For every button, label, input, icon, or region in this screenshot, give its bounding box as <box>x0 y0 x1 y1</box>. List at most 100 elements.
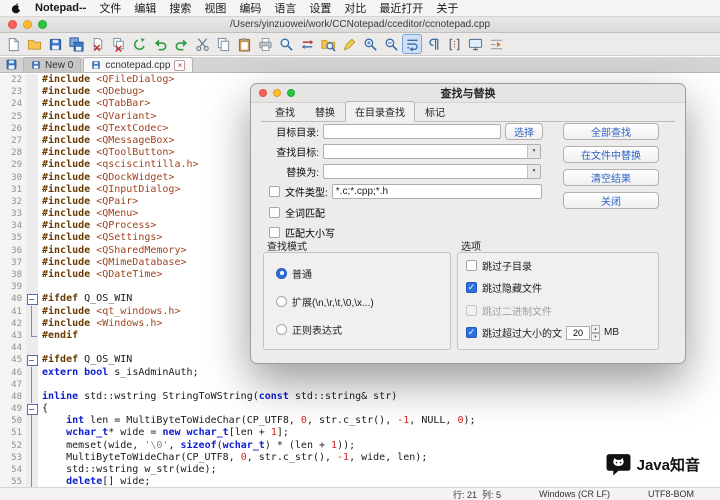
line-number: 41 <box>0 306 26 318</box>
app-name[interactable]: Notepad-- <box>35 2 86 14</box>
replace-with-combobox[interactable]: ▼ <box>323 164 541 179</box>
checkbox[interactable] <box>466 260 477 271</box>
checkbox-label: 跳过子目录 <box>482 258 532 273</box>
fold-marker-icon[interactable] <box>26 354 38 366</box>
chevron-down-icon[interactable]: ▼ <box>527 165 540 178</box>
paste-button[interactable] <box>234 34 254 54</box>
word-wrap-button[interactable] <box>402 34 422 54</box>
window-titlebar[interactable]: /Users/yinzuowei/work/CCNotepad/cceditor… <box>0 17 720 33</box>
show-symbols-button[interactable] <box>423 34 443 54</box>
line-number: 28 <box>0 147 26 159</box>
editor-tab[interactable]: New 0 <box>23 57 81 72</box>
preview-button[interactable] <box>465 34 485 54</box>
find-target-input[interactable] <box>323 144 541 159</box>
copy-button[interactable] <box>213 34 233 54</box>
menu-item[interactable]: 文件 <box>99 0 121 16</box>
fold-gutter <box>26 330 38 342</box>
new-file-button[interactable] <box>3 34 23 54</box>
mark-button[interactable] <box>339 34 359 54</box>
dialog-tab[interactable]: 查找 <box>265 101 305 121</box>
match-case-checkbox[interactable] <box>269 227 280 238</box>
menu-item[interactable]: 设置 <box>309 0 331 16</box>
zoom-out-button[interactable] <box>381 34 401 54</box>
file-type-checkbox[interactable] <box>269 186 280 197</box>
close-file-button[interactable] <box>87 34 107 54</box>
undo-button[interactable] <box>150 34 170 54</box>
code-line: 52 memset(wide, '\0', sizeof(wchar_t) * … <box>0 440 720 452</box>
close-button[interactable]: 关闭 <box>563 192 659 209</box>
eol-format[interactable]: Windows (CR LF) <box>539 489 610 499</box>
choose-directory-button[interactable]: 选择 <box>505 123 543 140</box>
option-row: ✓跳过隐藏文件 <box>466 281 650 295</box>
save-all-button[interactable] <box>66 34 86 54</box>
zoom-window-button[interactable] <box>38 20 47 29</box>
menu-item[interactable]: 搜索 <box>169 0 191 16</box>
dialog-minimize-button[interactable] <box>273 89 281 97</box>
file-type-label: 文件类型: <box>285 184 328 199</box>
chevron-down-icon[interactable]: ▼ <box>527 145 540 158</box>
fold-gutter <box>26 318 38 330</box>
menu-item[interactable]: 语言 <box>274 0 296 16</box>
print-button[interactable] <box>255 34 275 54</box>
minimize-window-button[interactable] <box>23 20 32 29</box>
reload-file-button[interactable] <box>129 34 149 54</box>
code-text: #include <QProcess> <box>38 220 156 232</box>
dialog-zoom-button[interactable] <box>287 89 295 97</box>
radio-button[interactable] <box>276 324 287 335</box>
checkbox[interactable]: ✓ <box>466 282 477 293</box>
editor-tab[interactable]: ccnotepad.cpp× <box>83 57 193 72</box>
cut-button[interactable] <box>192 34 212 54</box>
close-tab-icon[interactable]: × <box>174 60 185 71</box>
stepper-icon[interactable]: ▲▼ <box>591 325 600 340</box>
code-line: 46extern bool s_isAdminAuth; <box>0 367 720 379</box>
fold-gutter <box>26 147 38 159</box>
menu-item[interactable]: 对比 <box>344 0 366 16</box>
replace-button[interactable] <box>297 34 317 54</box>
tab-list-icon[interactable] <box>5 58 18 71</box>
dialog-tab[interactable]: 在目录查找 <box>345 101 415 122</box>
code-text: #ifdef Q_OS_WIN <box>38 293 132 305</box>
preview-icon <box>468 37 483 52</box>
open-file-icon <box>27 37 42 52</box>
line-number: 50 <box>0 415 26 427</box>
whole-word-checkbox[interactable] <box>269 207 280 218</box>
apple-menu-icon[interactable] <box>10 2 22 15</box>
close-window-button[interactable] <box>8 20 17 29</box>
column-mode-button[interactable] <box>444 34 464 54</box>
menu-item[interactable]: 编码 <box>239 0 261 16</box>
open-file-button[interactable] <box>24 34 44 54</box>
clear-results-button[interactable]: 清空结果 <box>563 169 659 186</box>
file-type-input[interactable] <box>332 184 542 199</box>
menu-item[interactable]: 关于 <box>436 0 458 16</box>
fold-marker-icon[interactable] <box>26 293 38 305</box>
save-file-button[interactable] <box>45 34 65 54</box>
checkbox[interactable]: ✓ <box>466 327 477 338</box>
target-directory-input[interactable] <box>323 124 501 139</box>
find-target-combobox[interactable]: ▼ <box>323 144 541 159</box>
close-all-button[interactable] <box>108 34 128 54</box>
find-all-button[interactable]: 全部查找 <box>563 123 659 140</box>
replace-in-files-button[interactable]: 在文件中替换 <box>563 146 659 163</box>
max-size-input[interactable] <box>566 326 590 340</box>
code-text: MultiByteToWideChar(CP_UTF8, 0, str.c_st… <box>38 452 427 464</box>
radio-button[interactable] <box>276 296 287 307</box>
find-in-files-button[interactable] <box>318 34 338 54</box>
encoding[interactable]: UTF8-BOM <box>648 489 694 499</box>
code-text: #include <QDateTime> <box>38 269 162 281</box>
radio-button[interactable] <box>276 268 287 279</box>
whole-word-label: 全词匹配 <box>285 205 325 220</box>
dialog-tab[interactable]: 替换 <box>305 101 345 121</box>
tabbar: New 0ccnotepad.cpp× <box>0 57 720 73</box>
dialog-tab[interactable]: 标记 <box>415 101 455 121</box>
menu-item[interactable]: 视图 <box>204 0 226 16</box>
fold-marker-icon[interactable] <box>26 403 38 415</box>
find-button[interactable] <box>276 34 296 54</box>
line-number: 48 <box>0 391 26 403</box>
goto-line-button[interactable] <box>486 34 506 54</box>
menu-item[interactable]: 编辑 <box>134 0 156 16</box>
replace-with-input[interactable] <box>323 164 541 179</box>
menu-item[interactable]: 最近打开 <box>379 0 423 16</box>
redo-button[interactable] <box>171 34 191 54</box>
zoom-in-button[interactable] <box>360 34 380 54</box>
dialog-close-button[interactable] <box>259 89 267 97</box>
